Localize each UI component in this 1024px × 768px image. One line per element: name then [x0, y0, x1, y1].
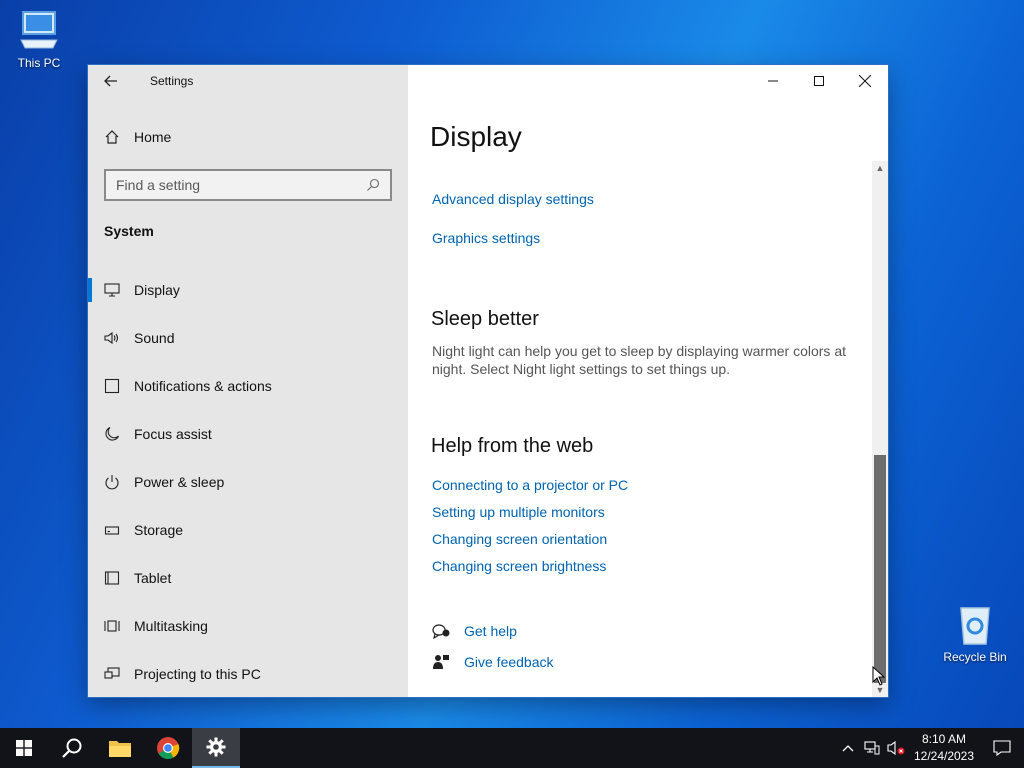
windows-logo-icon [16, 740, 32, 756]
power-icon [105, 475, 119, 490]
moon-icon [105, 426, 120, 441]
action-center-icon [993, 740, 1011, 756]
storage-icon [104, 526, 120, 535]
sidebar-item-notifications[interactable]: Notifications & actions [88, 362, 408, 410]
close-icon [859, 75, 871, 87]
sidebar-item-label: Display [134, 282, 180, 298]
sidebar-item-label: Power & sleep [134, 474, 225, 490]
help-link-multiple-monitors[interactable]: Setting up multiple monitors [432, 504, 605, 520]
search-icon [367, 178, 380, 191]
start-button[interactable] [0, 728, 48, 768]
network-button[interactable] [860, 728, 884, 768]
scrollbar-thumb[interactable] [874, 455, 886, 683]
graphics-settings-link[interactable]: Graphics settings [432, 230, 540, 246]
help-link-projector[interactable]: Connecting to a projector or PC [432, 477, 628, 493]
speaker-icon [104, 331, 119, 345]
settings-window: Settings Home System Display Sound Notif… [88, 65, 888, 697]
sleep-better-heading: Sleep better [431, 308, 539, 330]
sidebar-item-label: Storage [134, 522, 184, 538]
sidebar-item-focus-assist[interactable]: Focus assist [88, 410, 408, 458]
search-box[interactable] [104, 169, 392, 201]
scroll-up-arrow-icon[interactable]: ▲ [872, 161, 888, 175]
advanced-display-settings-link[interactable]: Advanced display settings [432, 191, 594, 207]
vertical-scrollbar[interactable]: ▲ ▼ [872, 161, 888, 697]
give-feedback-link[interactable]: Give feedback [432, 654, 554, 670]
tablet-icon [104, 571, 120, 585]
sidebar-item-display[interactable]: Display [88, 266, 408, 314]
sleep-better-text: Night light can help you get to sleep by… [432, 343, 846, 377]
get-help-icon [432, 624, 450, 639]
desktop-icon-label: Recycle Bin [943, 650, 1007, 664]
network-icon [864, 741, 880, 755]
help-link-screen-orientation[interactable]: Changing screen orientation [432, 531, 607, 547]
recycle-bin-icon [960, 607, 990, 645]
gear-icon [206, 737, 226, 757]
desktop-icon-label: This PC [17, 56, 61, 70]
sidebar-item-storage[interactable]: Storage [88, 506, 408, 554]
sidebar-item-label: Multitasking [134, 618, 208, 634]
folder-icon [109, 741, 131, 757]
sidebar-item-multitasking[interactable]: Multitasking [88, 602, 408, 650]
page-title: Display [430, 121, 522, 152]
projecting-icon [104, 667, 120, 679]
search-icon [62, 738, 82, 758]
app-title: Settings [150, 74, 194, 88]
clock[interactable]: 8:10 AM 12/24/2023 [908, 731, 980, 765]
sidebar-item-tablet[interactable]: Tablet [88, 554, 408, 602]
maximize-button[interactable] [796, 65, 842, 97]
title-bar: Settings [88, 65, 408, 97]
chrome-button[interactable] [144, 728, 192, 768]
settings-content: Display Advanced display settings Graphi… [408, 65, 888, 697]
chevron-up-icon [842, 745, 854, 752]
monitor-icon [104, 283, 120, 297]
close-button[interactable] [842, 65, 888, 97]
multitasking-icon [104, 620, 120, 632]
system-tray: 8:10 AM 12/24/2023 [836, 728, 1024, 768]
content-scroll-area: Advanced display settings Graphics setti… [408, 161, 872, 697]
home-icon [105, 130, 119, 144]
give-feedback-icon [433, 655, 449, 669]
show-hidden-icons-button[interactable] [836, 728, 860, 768]
sidebar-item-label: Notifications & actions [134, 378, 272, 394]
sidebar-item-label: Focus assist [134, 426, 212, 442]
clock-date: 12/24/2023 [913, 749, 975, 763]
settings-sidebar: Settings Home System Display Sound Notif… [88, 65, 408, 697]
search-input[interactable] [116, 177, 366, 193]
caption-buttons [750, 65, 888, 97]
sidebar-item-label: Projecting to this PC [134, 666, 261, 682]
computer-icon [20, 11, 58, 49]
file-explorer-button[interactable] [96, 728, 144, 768]
minimize-button[interactable] [750, 65, 796, 97]
desktop-icon-this-pc[interactable]: This PC [4, 8, 74, 70]
give-feedback-label: Give feedback [464, 654, 554, 670]
home-label: Home [134, 129, 172, 145]
back-arrow-icon [104, 75, 117, 87]
chrome-icon [157, 737, 180, 759]
help-heading: Help from the web [431, 435, 594, 457]
settings-taskbar-button[interactable] [192, 728, 240, 768]
help-link-screen-brightness[interactable]: Changing screen brightness [432, 558, 606, 574]
desktop-icon-recycle-bin[interactable]: Recycle Bin [940, 602, 1010, 664]
section-label-system: System [104, 223, 154, 239]
sidebar-item-label: Sound [134, 330, 175, 346]
maximize-icon [814, 76, 824, 86]
sidebar-item-sound[interactable]: Sound [88, 314, 408, 362]
mouse-cursor-icon [872, 666, 886, 686]
sidebar-item-power-sleep[interactable]: Power & sleep [88, 458, 408, 506]
get-help-link[interactable]: Get help [432, 623, 517, 639]
minimize-icon [768, 80, 778, 82]
volume-button[interactable] [884, 728, 908, 768]
notification-icon [104, 378, 120, 394]
volume-muted-icon [887, 741, 905, 755]
clock-time: 8:10 AM [921, 732, 967, 746]
home-link[interactable]: Home [88, 121, 408, 153]
search-taskbar-button[interactable] [48, 728, 96, 768]
action-center-button[interactable] [980, 728, 1024, 768]
taskbar: 8:10 AM 12/24/2023 [0, 728, 1024, 768]
get-help-label: Get help [464, 623, 517, 639]
sidebar-item-label: Tablet [134, 570, 172, 586]
sidebar-nav: Display Sound Notifications & actions Fo… [88, 266, 408, 698]
back-button[interactable] [88, 65, 134, 97]
sidebar-item-projecting[interactable]: Projecting to this PC [88, 650, 408, 698]
